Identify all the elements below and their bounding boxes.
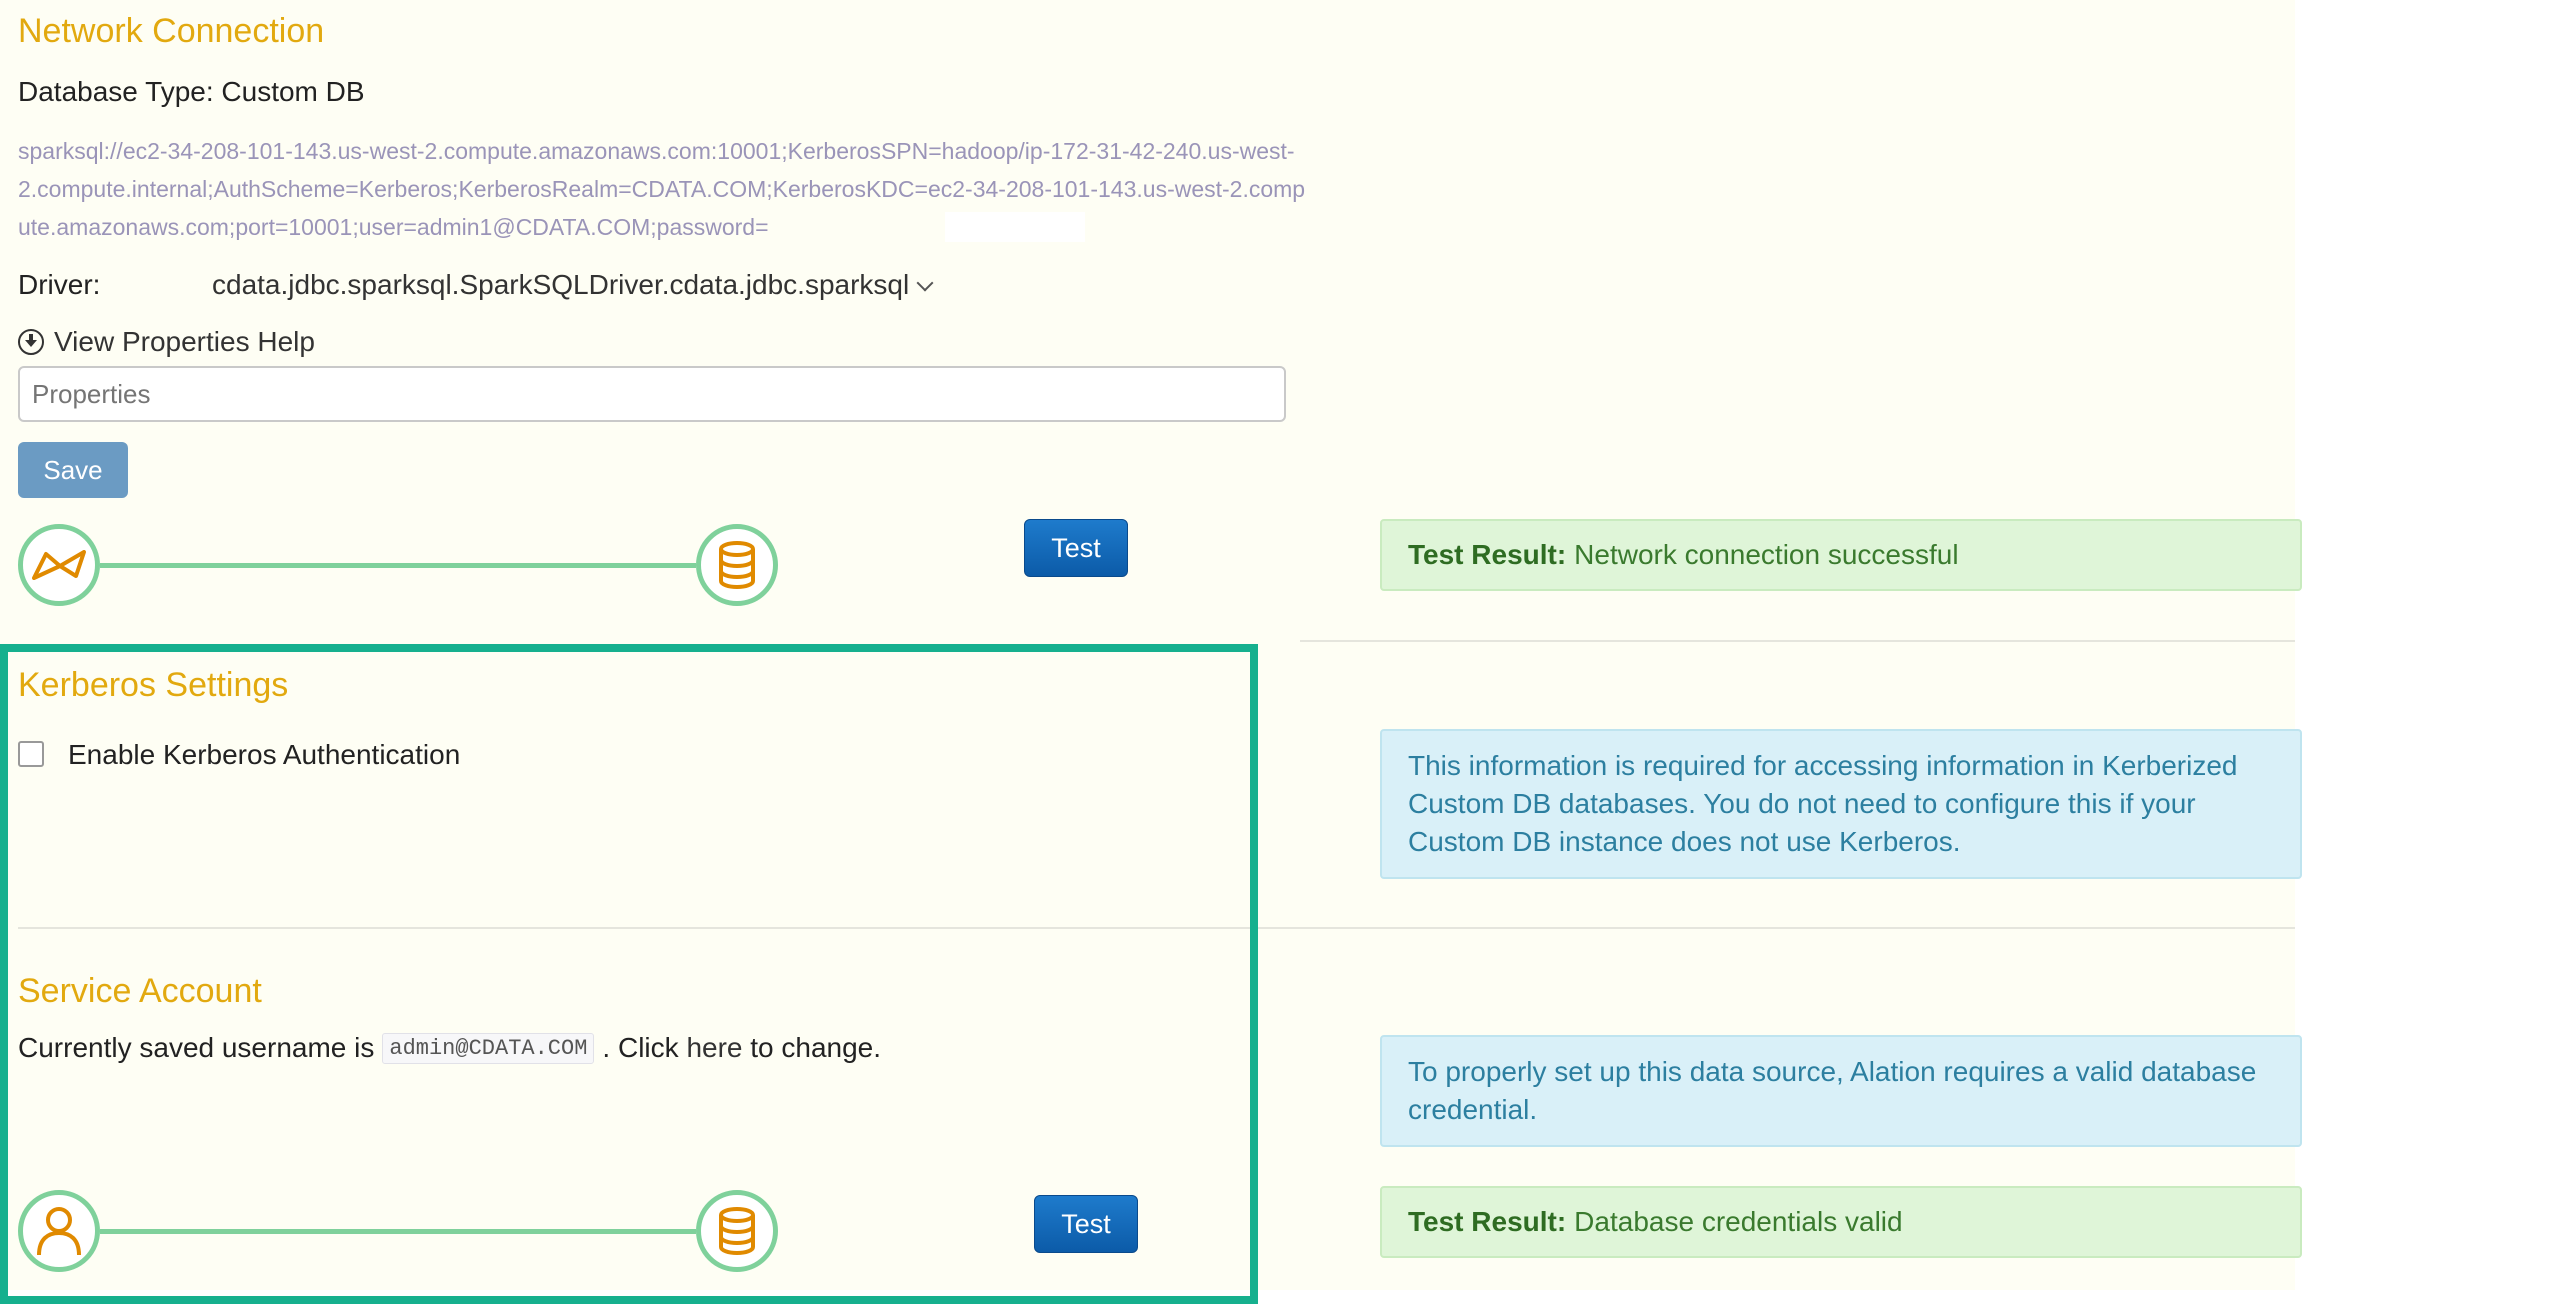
database-icon [719,541,755,589]
service-account-info-text: To properly set up this data source, Ala… [1408,1056,2257,1125]
credential-test-result: Test Result: Database credentials valid [1380,1186,2302,1258]
view-properties-help-label: View Properties Help [54,326,315,357]
source-node [18,524,100,606]
kerberos-info-text: This information is required for accessi… [1408,750,2238,857]
view-properties-help-link[interactable]: View Properties Help [18,326,315,358]
save-button[interactable]: Save [18,442,128,498]
test-result-text: Network connection successful [1574,539,1959,570]
driver-label: Driver: [18,269,101,300]
service-account-info-alert: To properly set up this data source, Ala… [1380,1035,2302,1147]
database-node [696,524,778,606]
test-result-label: Test Result: [1408,1206,1567,1237]
download-circle-icon [18,329,44,355]
driver-select-value: cdata.jdbc.sparksql.SparkSQLDriver.cdata… [212,269,910,300]
section-divider [1300,640,2295,642]
database-type-label: Database Type: Custom DB [18,76,365,107]
properties-input[interactable] [18,366,1286,422]
connection-string[interactable]: sparksql://ec2-34-208-101-143.us-west-2.… [18,132,1308,246]
network-test-button[interactable]: Test [1024,519,1128,577]
spark-bowtie-icon [32,550,86,580]
chevron-down-icon [916,274,934,292]
network-connector-line [100,563,696,568]
highlight-box [0,644,1258,1304]
test-result-text: Database credentials valid [1574,1206,1903,1237]
network-test-result: Test Result: Network connection successf… [1380,519,2302,591]
driver-select[interactable]: cdata.jdbc.sparksql.SparkSQLDriver.cdata… [212,269,934,301]
kerberos-info-alert: This information is required for accessi… [1380,729,2302,879]
test-result-label: Test Result: [1408,539,1567,570]
password-mask [945,212,1085,242]
network-connection-title: Network Connection [18,12,325,50]
